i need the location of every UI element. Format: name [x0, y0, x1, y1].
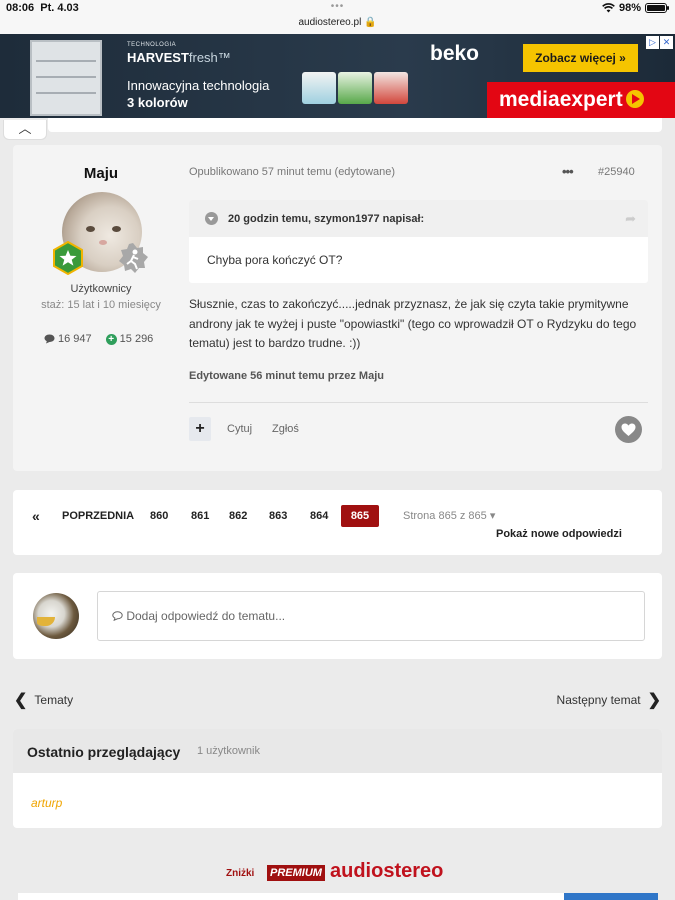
- comment-icon: [112, 611, 123, 622]
- premium-badge: PREMIUM: [267, 865, 325, 881]
- page-link[interactable]: 861: [191, 505, 209, 527]
- page-link[interactable]: 862: [229, 505, 247, 527]
- reputation-count: + 15 296: [105, 333, 153, 345]
- ad-cta-button[interactable]: Zobacz więcej »: [523, 44, 638, 72]
- ad-tech-label: TECHNOLOGIA: [127, 42, 177, 48]
- beko-logo: beko: [430, 42, 480, 65]
- multiquote-button[interactable]: +: [189, 417, 211, 441]
- ad-subheadline: 3 kolorów: [127, 95, 188, 110]
- post-content: Słusznie, czas to zakończyć.....jednak p…: [189, 297, 637, 350]
- comment-icon: [44, 334, 55, 344]
- rank-star-icon: [53, 241, 83, 275]
- produce-image: [302, 68, 410, 108]
- adchoices-icon[interactable]: ▷: [646, 36, 659, 49]
- collapse-up-button[interactable]: ︿: [3, 120, 47, 140]
- ad-banner[interactable]: TECHNOLOGIA HARVESTfresh™ Innowacyjna te…: [0, 34, 675, 118]
- forum-post: Maju Użytkownicy staż: 15 lat i 10 miesi…: [13, 145, 662, 471]
- wifi-icon: [602, 3, 615, 13]
- next-label: Następny temat: [556, 693, 641, 707]
- quote-header[interactable]: 20 godzin temu, szymon1977 napisał: ➦: [189, 200, 648, 237]
- user-avatar[interactable]: [33, 593, 79, 639]
- viewer-username[interactable]: arturp: [31, 796, 62, 810]
- reply-placeholder: Dodaj odpowiedź do tematu...: [126, 609, 286, 623]
- status-bar: 08:06 Pt. 4.03 ••• audiostereo.pl 🔒 98%: [0, 0, 675, 34]
- quote-text: Chyba pora kończyć OT?: [207, 253, 343, 267]
- ad-harvest-logo: HARVESTfresh™: [127, 50, 231, 65]
- recent-viewers-header: Ostatnio przeglądający 1 użytkownik: [13, 729, 662, 773]
- next-topic-link[interactable]: Następny temat ❯: [557, 690, 661, 710]
- current-page[interactable]: 865: [341, 505, 379, 527]
- runner-badge-icon: [119, 243, 148, 273]
- author-stats: 16 947 + 15 296: [44, 333, 153, 345]
- post-number[interactable]: #25940: [598, 166, 635, 178]
- recent-viewers-title: Ostatnio przeglądający: [27, 744, 181, 760]
- author-name[interactable]: Maju: [13, 165, 189, 182]
- page-jump-dropdown[interactable]: Strona 865 z 865 ▾: [403, 505, 495, 527]
- recent-viewers-count: 1 użytkownik: [197, 745, 260, 757]
- chevron-right-icon: ❯: [647, 692, 661, 709]
- recent-viewers: Ostatnio przeglądający 1 użytkownik artu…: [13, 729, 662, 828]
- previous-card-edge: [48, 118, 662, 132]
- bottom-ad-edge[interactable]: [18, 893, 658, 900]
- divider: [189, 402, 648, 403]
- pagination: « POPRZEDNIA 860 861 862 863 864 865 Str…: [13, 490, 662, 555]
- battery-icon: [645, 3, 669, 13]
- reply-input[interactable]: Dodaj odpowiedź do tematu...: [97, 591, 645, 641]
- mediaexpert-logo: mediaexpert: [487, 82, 675, 118]
- page-link[interactable]: 863: [269, 505, 287, 527]
- footer-promo[interactable]: Zniżki PREMIUM audiostereo: [0, 860, 675, 884]
- show-new-replies-link[interactable]: Pokaż nowe odpowiedzi: [496, 528, 622, 540]
- reaction-heart-icon[interactable]: [615, 416, 642, 443]
- author-tenure: staż: 15 lat i 10 miesięcy: [41, 299, 161, 311]
- first-page-button[interactable]: «: [32, 505, 40, 527]
- author-role: Użytkownicy: [70, 283, 132, 295]
- share-arrow-icon[interactable]: ➦: [625, 211, 636, 227]
- posts-count: 16 947: [44, 333, 92, 345]
- battery-percent: 98%: [618, 2, 641, 14]
- report-button[interactable]: Zgłoś: [272, 423, 299, 435]
- chevron-left-icon: ❮: [14, 692, 28, 709]
- back-label: Tematy: [34, 693, 74, 707]
- more-options-button[interactable]: •••: [562, 164, 574, 179]
- quote-author: 20 godzin temu, szymon1977 napisał:: [228, 213, 425, 225]
- audiostereo-logo: audiostereo: [330, 860, 444, 882]
- ad-choices[interactable]: ▷ ✕: [646, 36, 673, 49]
- discounts-label: Zniżki: [226, 868, 255, 879]
- play-icon: [625, 90, 644, 108]
- quote-button[interactable]: Cytuj: [227, 423, 252, 435]
- reply-box: Dodaj odpowiedź do tematu...: [13, 573, 662, 659]
- page-link[interactable]: 864: [310, 505, 328, 527]
- edited-notice: Edytowane 56 minut temu przez Maju: [189, 370, 384, 382]
- status-right: 98%: [602, 2, 669, 14]
- chevron-down-icon[interactable]: [205, 212, 218, 225]
- ad-headline: Innowacyjna technologia: [127, 78, 270, 93]
- back-to-topics-link[interactable]: ❮ Tematy: [14, 690, 73, 710]
- quote-block: 20 godzin temu, szymon1977 napisał: ➦ Ch…: [189, 200, 648, 283]
- reputation-plus-icon: +: [105, 333, 117, 345]
- address-bar[interactable]: audiostereo.pl 🔒: [0, 17, 675, 28]
- browser-dots[interactable]: •••: [0, 1, 675, 12]
- prev-page-button[interactable]: POPRZEDNIA: [62, 505, 134, 527]
- fridge-image: [30, 40, 102, 116]
- post-meta: Opublikowano 57 minut temu (edytowane): [189, 166, 396, 178]
- ad-close-icon[interactable]: ✕: [660, 36, 673, 49]
- page-link[interactable]: 860: [150, 505, 168, 527]
